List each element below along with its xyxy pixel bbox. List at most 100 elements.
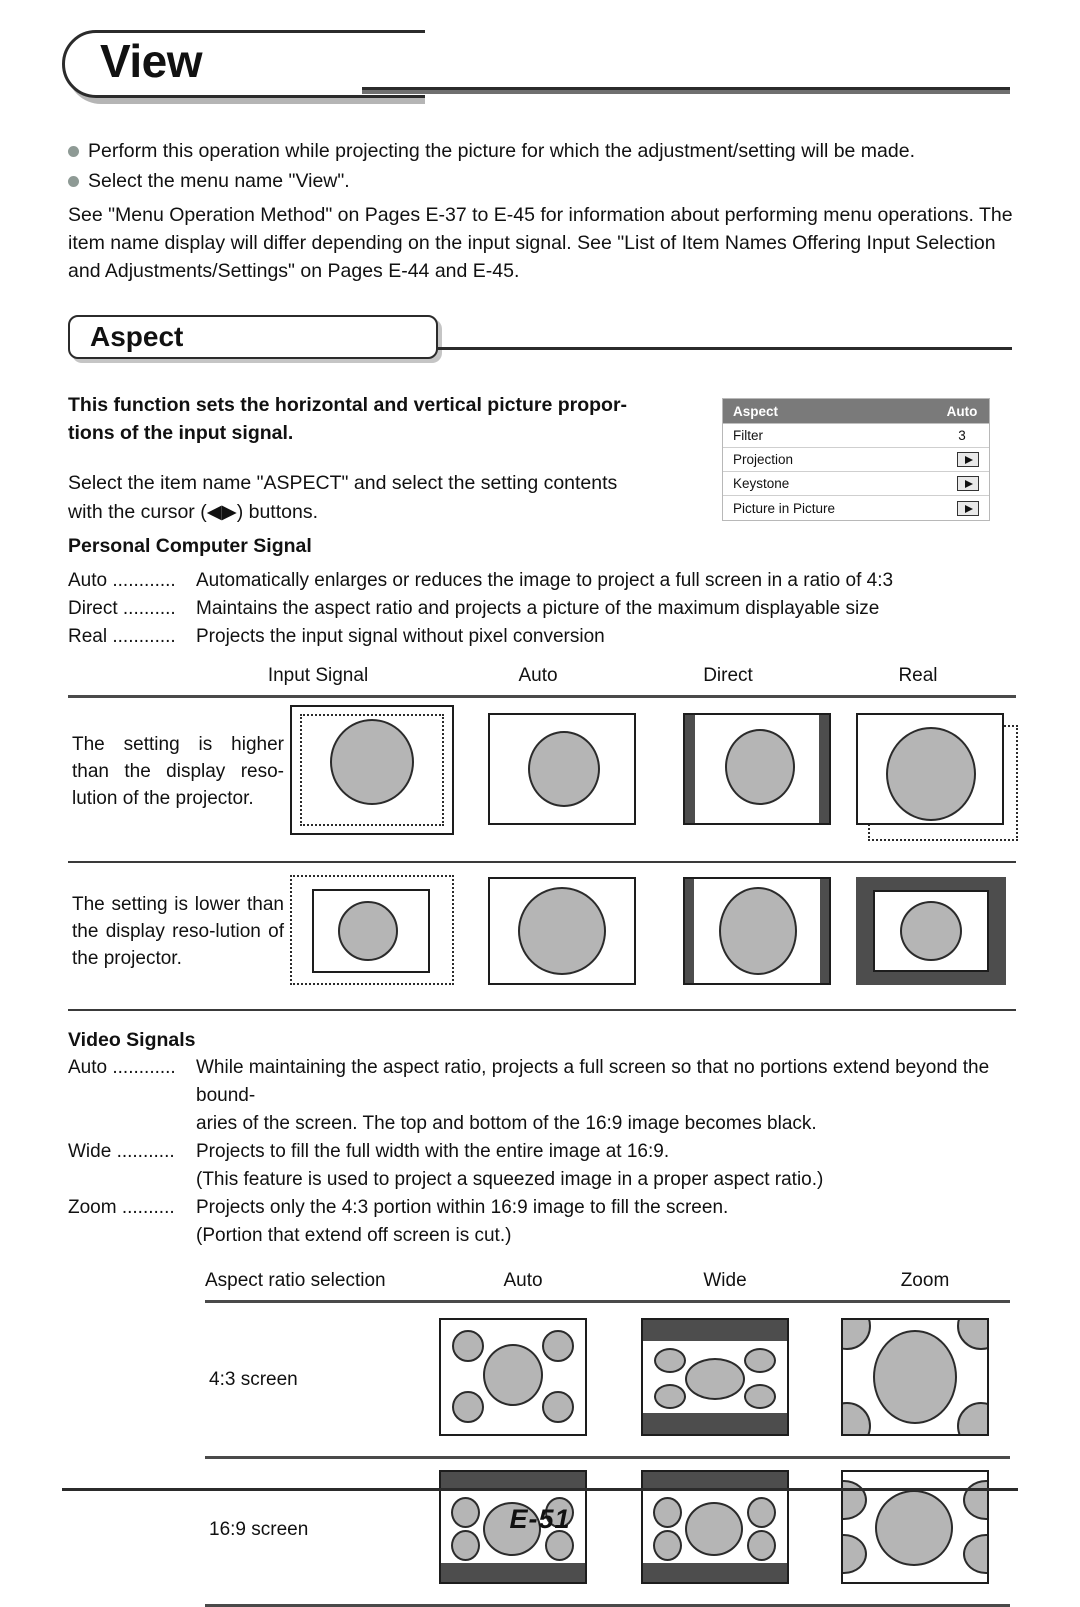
picture-ellipse bbox=[719, 887, 797, 975]
video-col-header-selection: Aspect ratio selection bbox=[205, 1270, 386, 1291]
video-col-header-zoom: Zoom bbox=[900, 1270, 950, 1291]
definition-term: Auto ............ bbox=[68, 570, 176, 591]
definition-desc: Automatically enlarges or reduces the im… bbox=[196, 570, 894, 591]
definition-continuation: aries of the screen. The top and bottom … bbox=[196, 1113, 817, 1134]
pc-diagram-direct-2 bbox=[683, 877, 843, 993]
page-title-banner: View bbox=[62, 30, 1010, 104]
chevron-right-icon[interactable] bbox=[957, 500, 979, 516]
pc-col-header-auto: Auto bbox=[518, 665, 558, 686]
intro-bullet-2: Select the menu name "View". bbox=[68, 168, 1016, 195]
definition-desc: Projects only the 4:3 portion within 16:… bbox=[196, 1197, 729, 1218]
bullet-dot-icon bbox=[68, 176, 79, 187]
side-bar-right bbox=[819, 715, 829, 823]
pc-diagram-real-1 bbox=[856, 713, 1046, 853]
chevron-right-icon[interactable] bbox=[957, 452, 979, 467]
section-rule bbox=[436, 347, 1012, 350]
page-title: View bbox=[100, 35, 203, 87]
side-bar-left bbox=[685, 715, 695, 823]
video-row-43-label: 4:3 screen bbox=[209, 1369, 298, 1390]
pc-diagram-auto-1 bbox=[488, 713, 648, 833]
definition-term: Wide ........... bbox=[68, 1141, 175, 1162]
pc-col-header-input-signal: Input Signal bbox=[267, 665, 369, 686]
side-bar-left bbox=[685, 879, 694, 983]
pc-table-rule-bottom bbox=[68, 1009, 1016, 1011]
chevron-right-icon[interactable] bbox=[957, 476, 979, 491]
corner-circle-br bbox=[542, 1391, 574, 1423]
definition-desc: Projects to fill the full width with the… bbox=[196, 1141, 670, 1162]
osd-row-aspect[interactable]: Aspect Auto bbox=[723, 399, 989, 424]
corner-circle-tr bbox=[542, 1330, 574, 1362]
picture-ellipse bbox=[886, 727, 976, 821]
video-diagram-43-zoom bbox=[841, 1318, 1001, 1443]
pc-diagram-direct-1 bbox=[683, 713, 843, 833]
definition-row: Zoom .......... Projects only the 4:3 po… bbox=[68, 1194, 1016, 1222]
definition-desc: While maintaining the aspect ratio, proj… bbox=[196, 1057, 990, 1106]
letterbox-bar-bottom bbox=[643, 1563, 787, 1582]
osd-row-filter[interactable]: Filter 3 bbox=[723, 424, 989, 448]
document-page: View Perform this operation while projec… bbox=[0, 30, 1080, 1607]
osd-row-picture-in-picture[interactable]: Picture in Picture bbox=[723, 496, 989, 520]
video-signal-block: Video Signals Auto ............ While ma… bbox=[68, 1029, 1016, 1250]
picture-ellipse bbox=[528, 731, 600, 807]
corner-circle-bl bbox=[452, 1391, 484, 1423]
osd-label-aspect: Aspect bbox=[733, 403, 779, 419]
pc-row-2-label: The setting is lower than the display re… bbox=[72, 894, 284, 969]
definition-term: Direct .......... bbox=[68, 598, 176, 619]
picture-ellipse bbox=[900, 901, 962, 961]
pc-diagram-auto-2 bbox=[488, 877, 648, 993]
section-lead-normal-line2: with the cursor (◀▶) buttons. bbox=[68, 501, 318, 523]
definition-row: Auto ............ Automatically enlarges… bbox=[68, 567, 1016, 595]
definition-term: Zoom .......... bbox=[68, 1197, 175, 1218]
bullet-dot-icon bbox=[68, 146, 79, 157]
osd-row-projection[interactable]: Projection bbox=[723, 448, 989, 472]
osd-label-projection: Projection bbox=[733, 452, 794, 467]
screen-frame bbox=[841, 1318, 989, 1436]
section-lead-area: This function sets the horizontal and ve… bbox=[0, 391, 1080, 567]
pc-col-header-real: Real bbox=[898, 665, 938, 686]
osd-row-keystone[interactable]: Keystone bbox=[723, 472, 989, 496]
pc-signal-heading: Personal Computer Signal bbox=[68, 535, 312, 557]
section-heading: Aspect bbox=[90, 321, 184, 352]
pc-diagram-real-2 bbox=[856, 877, 1036, 993]
side-bar-right bbox=[820, 879, 829, 983]
video-diagram-43-auto bbox=[439, 1318, 599, 1443]
pc-diagram-input-signal-1 bbox=[290, 705, 460, 835]
title-rule-gray bbox=[362, 90, 1010, 94]
osd-label-picture-in-picture: Picture in Picture bbox=[733, 500, 836, 516]
pc-row-1-label: The setting is higher than the display r… bbox=[72, 734, 284, 809]
center-ellipse bbox=[483, 1344, 543, 1406]
pc-signal-definitions: Auto ............ Automatically enlarges… bbox=[68, 567, 1016, 651]
corner-circle-bl bbox=[654, 1384, 686, 1409]
video-col-header-auto: Auto bbox=[503, 1270, 543, 1291]
definition-desc: Maintains the aspect ratio and projects … bbox=[196, 598, 880, 619]
corner-circle-tl bbox=[452, 1330, 484, 1362]
section-lead-normal-line1: Select the item name "ASPECT" and select… bbox=[68, 472, 618, 494]
video-signal-table: Aspect ratio selection Auto Wide Zoom 4:… bbox=[205, 1270, 1010, 1607]
picture-ellipse bbox=[330, 719, 414, 805]
pc-table-rule-mid bbox=[68, 861, 1016, 863]
section-lead-normal: Select the item name "ASPECT" and select… bbox=[68, 469, 678, 527]
video-col-header-wide: Wide bbox=[703, 1270, 747, 1291]
letterbox-bar-bottom bbox=[643, 1413, 787, 1434]
page-number: E-51 bbox=[509, 1504, 571, 1534]
osd-value-aspect: Auto bbox=[946, 403, 978, 419]
intro-bullet-1: Perform this operation while projecting … bbox=[68, 138, 1016, 165]
corner-circle-tl bbox=[654, 1348, 686, 1373]
video-table-rule-top bbox=[205, 1300, 1010, 1303]
definition-row: Wide ........... Projects to fill the fu… bbox=[68, 1138, 1016, 1166]
pc-col-header-direct: Direct bbox=[703, 665, 753, 686]
definition-term: Auto ............ bbox=[68, 1057, 176, 1078]
pc-table-rule-top bbox=[68, 695, 1016, 698]
video-signal-heading: Video Signals bbox=[68, 1029, 196, 1051]
letterbox-bar-top bbox=[643, 1320, 787, 1341]
definition-row: Real ............ Projects the input sig… bbox=[68, 623, 1016, 651]
osd-label-filter: Filter bbox=[733, 428, 763, 443]
intro-block: Perform this operation while projecting … bbox=[68, 138, 1016, 285]
section-lead-bold: This function sets the horizontal and ve… bbox=[68, 394, 628, 444]
definition-continuation: (Portion that extend off screen is cut.) bbox=[196, 1225, 512, 1246]
intro-paragraph: See "Menu Operation Method" on Pages E-3… bbox=[68, 204, 1013, 282]
definition-desc: Projects the input signal without pixel … bbox=[196, 626, 605, 647]
intro-bullet-2-text: Select the menu name "View". bbox=[88, 170, 350, 192]
pc-diagram-input-signal-2 bbox=[290, 875, 460, 995]
definition-row: Direct .......... Maintains the aspect r… bbox=[68, 595, 1016, 623]
